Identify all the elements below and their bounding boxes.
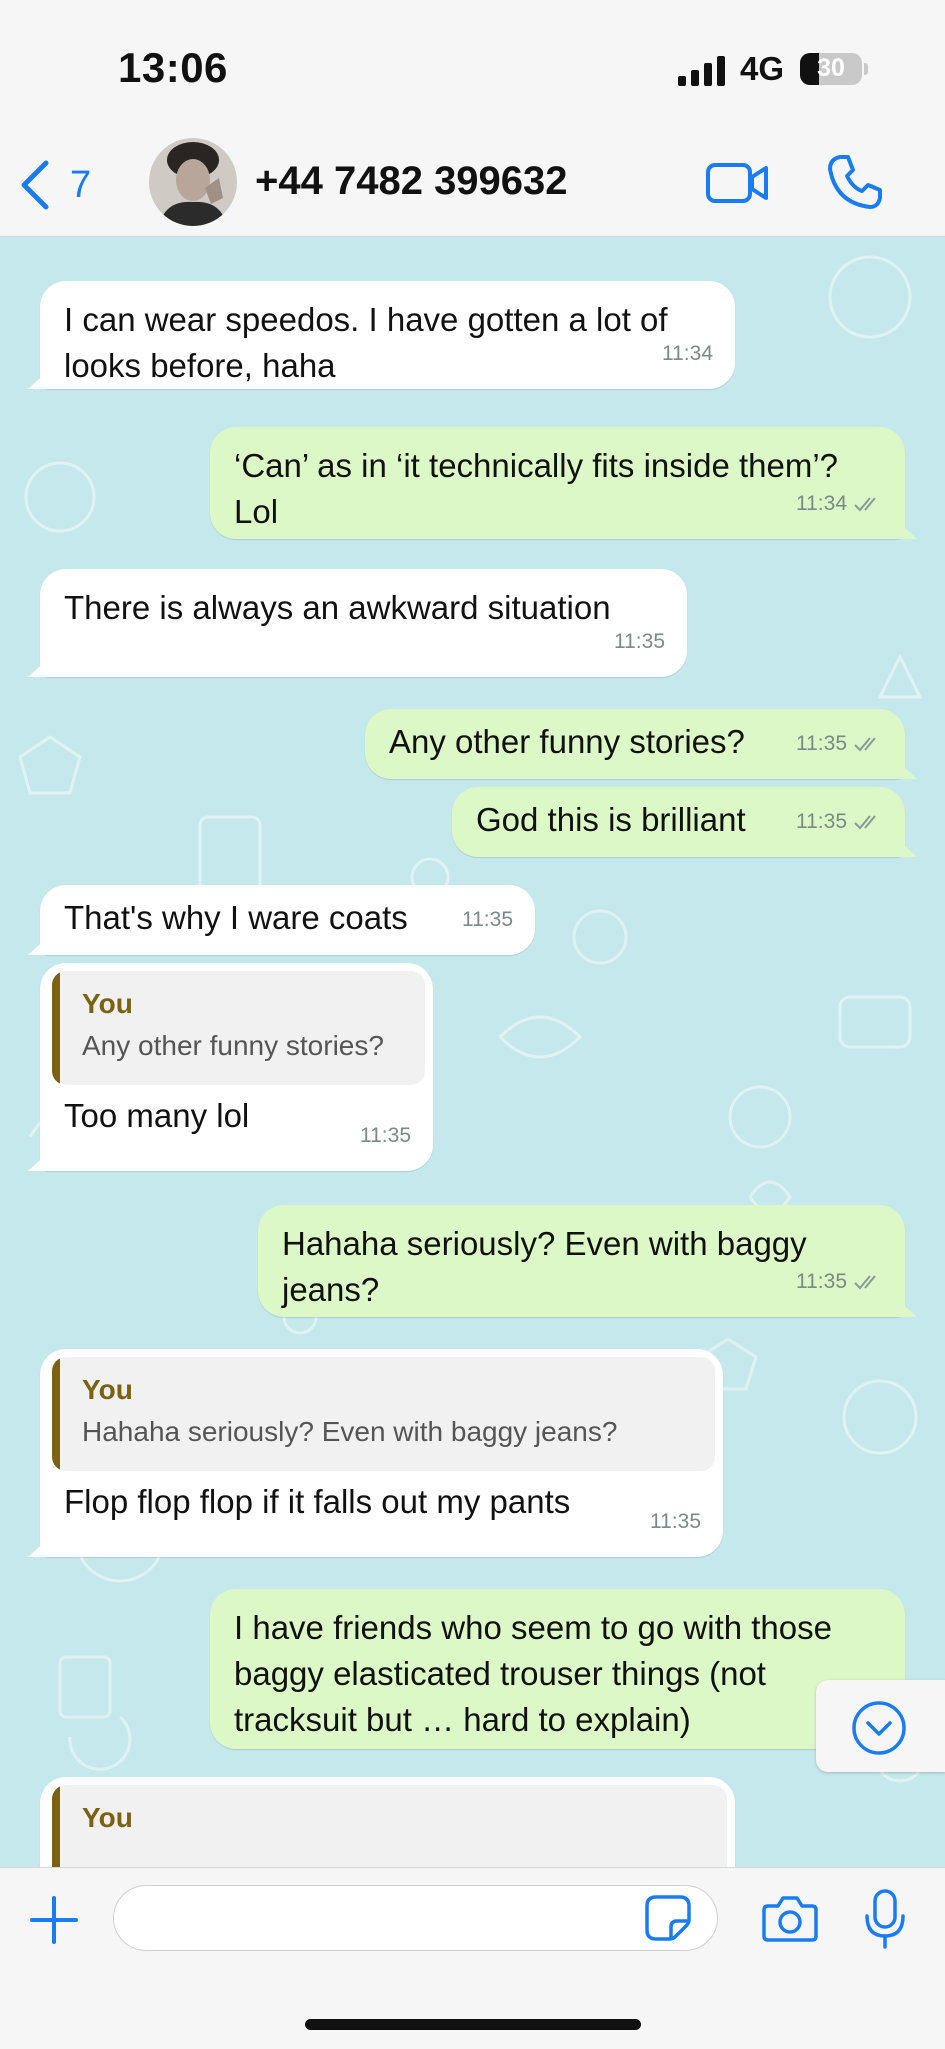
message-text: I have friends who seem to go with those… [234,1609,832,1738]
message-incoming[interactable]: There is always an awkward situation 11:… [40,569,687,677]
quoted-message[interactable]: You Any other funny stories? [52,971,425,1085]
signal-icon [678,56,725,86]
quoted-message[interactable]: You Hahaha seriously? Even with baggy je… [52,1357,715,1471]
message-meta: 11:35 [650,1499,701,1545]
unread-chats-count: 7 [70,163,92,206]
battery-icon: 30 [800,53,862,85]
status-time: 13:06 [118,44,228,91]
message-text: That's why I ware coats [64,899,408,936]
scroll-to-bottom-button[interactable] [816,1680,945,1772]
quoted-message[interactable]: You [52,1785,727,1867]
message-incoming-reply[interactable]: You [40,1777,735,1867]
message-incoming[interactable]: I can wear speedos. I have gotten a lot … [40,281,735,389]
quote-text: Hahaha seriously? Even with baggy jeans? [82,1416,618,1447]
chat-header: 7 +44 7482 399632 [0,135,945,237]
video-camera-icon[interactable] [706,157,770,209]
message-text: There is always an awkward situation [64,589,611,626]
double-check-icon [854,815,876,830]
message-meta: 11:35 [462,897,513,943]
battery-percent: 30 [817,54,845,82]
message-incoming-reply[interactable]: You Hahaha seriously? Even with baggy je… [40,1349,723,1557]
message-outgoing[interactable]: I have friends who seem to go with those… [210,1589,905,1749]
message-time: 11:35 [614,630,665,653]
sticker-icon[interactable] [644,1894,692,1942]
message-text: Flop flop flop if it falls out my pants [64,1483,571,1520]
message-text: I can wear speedos. I have gotten a lot … [64,301,668,384]
camera-icon[interactable] [762,1894,818,1944]
double-check-icon [854,1275,876,1290]
chevron-down-circle-icon [852,1701,906,1755]
phone-icon[interactable] [826,153,884,211]
message-outgoing[interactable]: ‘Can’ as in ‘it technically fits inside … [210,427,905,539]
quote-author: You [82,1374,133,1405]
message-meta: 11:35 [796,721,883,767]
battery-nub [864,63,868,75]
message-time: 11:35 [462,908,513,931]
message-text: ‘Can’ as in ‘it technically fits inside … [234,447,839,530]
message-meta: 11:35 [796,799,883,845]
message-time: 11:35 [360,1124,411,1147]
chevron-left-icon [21,160,49,210]
message-outgoing[interactable]: God this is brilliant 11:35 [452,787,905,857]
message-meta: 11:35 [614,619,665,665]
message-time: 11:35 [650,1510,701,1533]
quote-author: You [82,988,133,1019]
message-text: Too many lol [64,1097,250,1134]
double-check-icon [854,497,876,512]
avatar[interactable] [149,138,237,226]
message-outgoing[interactable]: Hahaha seriously? Even with baggy jeans?… [258,1205,905,1317]
status-bar: 13:06 4G 30 [0,0,945,135]
message-meta: 11:35 [796,1259,883,1305]
message-time: 11:35 [796,810,847,833]
message-incoming[interactable]: That's why I ware coats 11:35 [40,885,535,955]
network-type: 4G [740,50,785,87]
quote-text: Any other funny stories? [82,1030,384,1061]
message-meta: 11:35 [360,1113,411,1159]
plus-icon[interactable] [28,1894,80,1946]
quote-author: You [82,1802,133,1833]
message-time: 11:34 [796,492,847,515]
message-meta: 11:34 [662,331,713,377]
microphone-icon[interactable] [862,1888,908,1950]
message-time: 11:35 [796,732,847,755]
double-check-icon [854,737,876,752]
message-time: 11:34 [662,342,713,365]
message-outgoing[interactable]: Any other funny stories? 11:35 [365,709,905,779]
message-incoming-reply[interactable]: You Any other funny stories? Too many lo… [40,963,433,1171]
contact-name[interactable]: +44 7482 399632 [255,159,568,204]
message-input[interactable] [113,1885,718,1951]
message-input-bar [0,1867,945,2049]
chat-area[interactable]: I can wear speedos. I have gotten a lot … [0,237,945,1867]
message-meta: 11:34 [796,481,883,527]
home-indicator [305,2019,641,2030]
message-time: 11:35 [796,1270,847,1293]
message-text: Hahaha seriously? Even with baggy jeans? [282,1225,807,1308]
back-button[interactable]: 7 [18,155,91,215]
